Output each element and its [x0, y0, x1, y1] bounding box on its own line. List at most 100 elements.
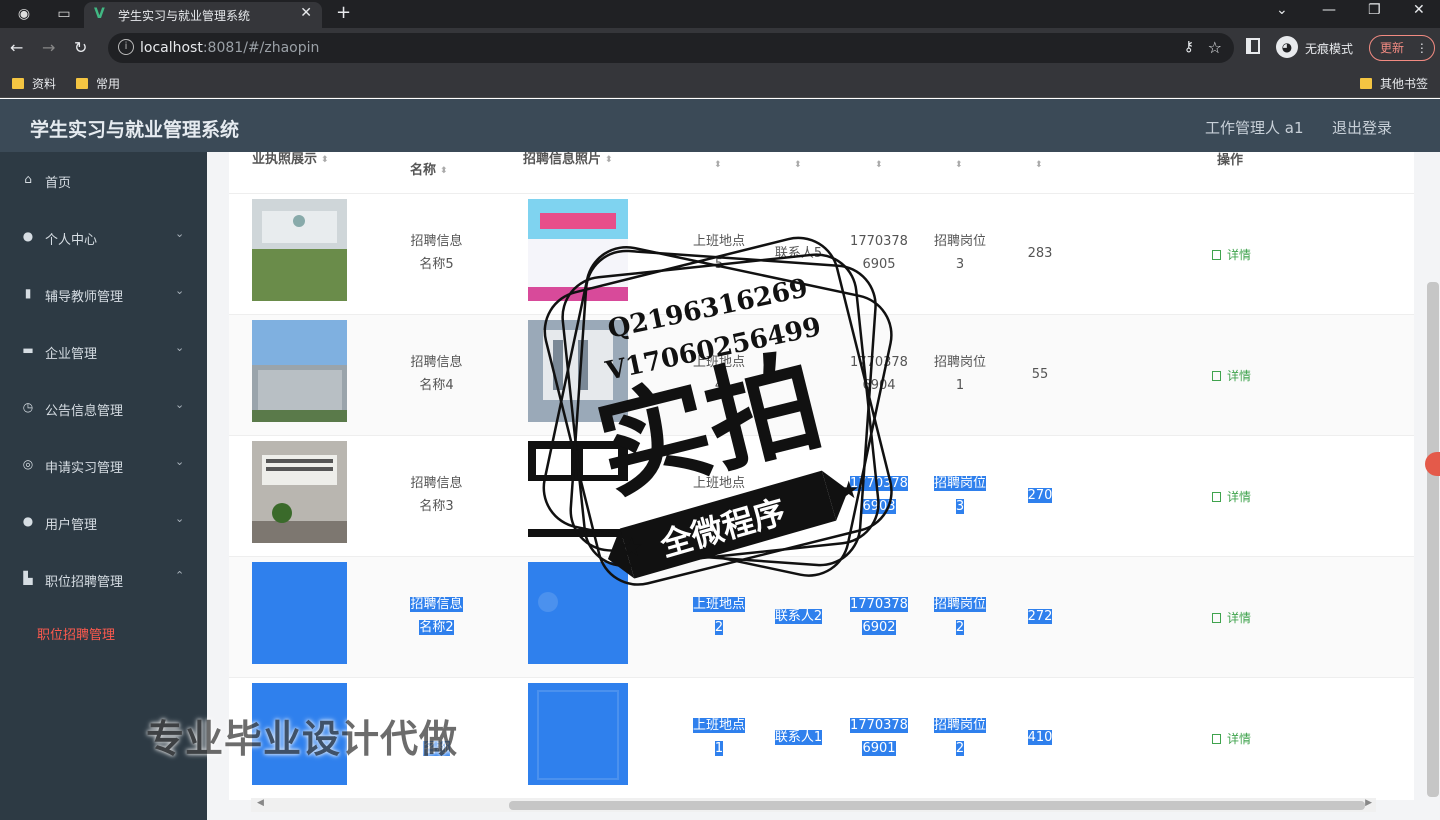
bookmark-folder-1[interactable]: 资料 [12, 75, 56, 92]
column-header-license[interactable]: 业执照展示 ⬍ [252, 152, 329, 167]
table-row: 招聘信息 名称4 上班地点 4 1770378 6904 招聘岗位 1 55 详情 [229, 314, 1414, 435]
incognito-icon[interactable]: ◕ [1276, 36, 1298, 58]
sort-icon[interactable]: ⬍ [440, 166, 448, 176]
folder-icon [76, 78, 88, 89]
bar-chart-icon: ▮ [24, 286, 32, 300]
bookmark-label: 常用 [96, 77, 121, 91]
sort-icon[interactable]: ⬍ [321, 155, 329, 165]
detail-label: 详情 [1227, 248, 1252, 262]
phone-cell: 1770378 6901 [849, 714, 909, 760]
cell-text: 1770378 [850, 718, 908, 733]
sidebar-item-teachers[interactable]: ▮ 辅导教师管理 ⌄ [0, 274, 207, 314]
sidebar-subitem-recruitment[interactable]: 职位招聘管理 [37, 624, 115, 643]
horizontal-scrollbar[interactable]: ◀ ▶ [251, 798, 1376, 812]
chevron-down-icon: ⌄ [175, 341, 185, 354]
key-icon[interactable]: ⚷ [1184, 39, 1194, 55]
cell-text: 上班地点 [692, 234, 745, 249]
recruitment-table: 业执照展示 ⬍ 名称 ⬍ 招聘信息照片 ⬍ ⬍ ⬍ ⬍ ⬍ ⬍ 操作 招聘信息 名称5 … [229, 152, 1414, 800]
bookmarks-bar: 资料 常用 其他书签 [0, 68, 1440, 98]
column-header-name[interactable]: 名称 ⬍ [410, 159, 448, 178]
sort-icon[interactable]: ⬍ [1035, 160, 1043, 170]
new-tab-icon[interactable]: + [336, 2, 351, 23]
scroll-right-icon[interactable]: ▶ [1365, 798, 1372, 808]
sidebar-item-personal[interactable]: ● 个人中心 ⌄ [0, 217, 207, 257]
side-panel-icon[interactable] [1246, 38, 1260, 54]
close-window-icon[interactable]: ✕ [1413, 2, 1425, 18]
cell-text: 上班地点 [692, 355, 745, 370]
bookmark-folder-2[interactable]: 常用 [76, 75, 120, 92]
star-icon[interactable]: ☆ [1208, 38, 1222, 57]
license-image[interactable] [252, 320, 347, 422]
building-icon: ▙ [23, 571, 33, 585]
location-cell: 上班地点 2 [689, 593, 749, 639]
name-cell: 招聘信息 名称5 [399, 230, 474, 276]
forward-icon[interactable]: → [42, 38, 55, 57]
recruit-photo[interactable] [528, 441, 628, 543]
window-icon[interactable]: ▭ [54, 4, 74, 24]
sidebar-item-notices[interactable]: ◷ 公告信息管理 ⌄ [0, 388, 207, 428]
license-image[interactable] [252, 199, 347, 301]
recruit-photo[interactable] [528, 683, 628, 785]
chevron-down-icon: ⌄ [175, 284, 185, 297]
cell-text: 招聘岗位 [933, 597, 986, 612]
detail-button[interactable]: 详情 [1212, 730, 1251, 747]
sidebar-item-users[interactable]: ● 用户管理 ⌄ [0, 502, 207, 542]
folder-icon [1360, 78, 1372, 89]
cell-text: 招聘信息 [410, 234, 463, 249]
detail-button[interactable]: 详情 [1212, 246, 1251, 263]
count-cell: 410 [1022, 726, 1058, 749]
detail-button[interactable]: 详情 [1212, 609, 1251, 626]
menu-dots-icon[interactable]: ⋮ [1416, 41, 1428, 55]
license-image[interactable] [252, 562, 347, 664]
sort-icon[interactable]: ⬍ [794, 160, 802, 170]
sort-icon[interactable]: ⬍ [875, 160, 883, 170]
recruit-photo[interactable] [528, 199, 628, 301]
scrollbar-thumb[interactable] [509, 801, 1365, 810]
recruit-photo[interactable] [528, 320, 628, 422]
detail-button[interactable]: 详情 [1212, 367, 1251, 384]
app-header: 学生实习与就业管理系统 工作管理人 a1 退出登录 [0, 99, 1440, 152]
restore-icon[interactable]: ❐ [1368, 2, 1381, 18]
recruit-photo[interactable] [528, 562, 628, 664]
sidebar-item-companies[interactable]: ▬ 企业管理 ⌄ [0, 331, 207, 371]
cell-text: 4 [714, 378, 724, 393]
info-icon[interactable]: i [118, 39, 134, 55]
minimize-icon[interactable]: — [1322, 2, 1336, 18]
scroll-left-icon[interactable]: ◀ [257, 798, 264, 808]
url-host: localhost [140, 40, 203, 56]
tab-search-chevron-icon[interactable]: ⌄ [1276, 2, 1288, 18]
browser-tab[interactable]: V 学生实习与就业管理系统 ✕ [84, 2, 322, 28]
sidebar-item-recruitment[interactable]: ▙ 职位招聘管理 ⌃ [0, 559, 207, 599]
back-icon[interactable]: ← [10, 38, 23, 57]
detail-button[interactable]: 详情 [1212, 488, 1251, 505]
sidebar-item-internship[interactable]: ◎ 申请实习管理 ⌄ [0, 445, 207, 485]
browser-tab-bar: ◉ ▭ V 学生实习与就业管理系统 ✕ + ⌄ — ❐ ✕ [0, 0, 1440, 28]
reload-icon[interactable]: ↻ [74, 38, 87, 57]
cell-text: 1770378 [850, 234, 908, 249]
sort-icon[interactable]: ⬍ [605, 155, 613, 165]
header-label: 业执照展示 [252, 152, 318, 167]
cell-text: 上班地点 [692, 597, 745, 612]
cell-text: 名称2 [419, 620, 454, 635]
other-bookmarks[interactable]: 其他书签 [1360, 75, 1428, 92]
sort-icon[interactable]: ⬍ [955, 160, 963, 170]
sort-icon[interactable]: ⬍ [714, 160, 722, 170]
globe-icon[interactable]: ◉ [14, 4, 34, 24]
vertical-scrollbar[interactable] [1427, 282, 1439, 797]
sidebar-item-home[interactable]: ⌂ 首页 [0, 160, 207, 200]
cell-text: 上班地点 [692, 476, 745, 491]
chevron-down-icon: ⌄ [175, 455, 185, 468]
current-user: 工作管理人 a1 [1205, 119, 1304, 137]
contact-cell: 联系人1 [771, 726, 826, 749]
chevron-down-icon: ⌄ [175, 227, 185, 240]
table-row: 招聘信息 名称3 上班地点 1770378 6903 招聘岗位 3 270 详情 [229, 435, 1414, 556]
column-header-photo[interactable]: 招聘信息照片 ⬍ [523, 152, 613, 167]
chevron-down-icon: ⌄ [175, 398, 185, 411]
update-button[interactable]: 更新 ⋮ [1369, 35, 1435, 61]
close-tab-icon[interactable]: ✕ [300, 5, 312, 21]
other-bookmarks-label: 其他书签 [1380, 77, 1429, 91]
phone-cell: 1770378 6905 [849, 230, 909, 276]
license-image[interactable] [252, 441, 347, 543]
url-input[interactable]: i localhost:8081/#/zhaopin ⚷ ☆ [108, 33, 1234, 63]
logout-link[interactable]: 退出登录 [1332, 117, 1392, 138]
